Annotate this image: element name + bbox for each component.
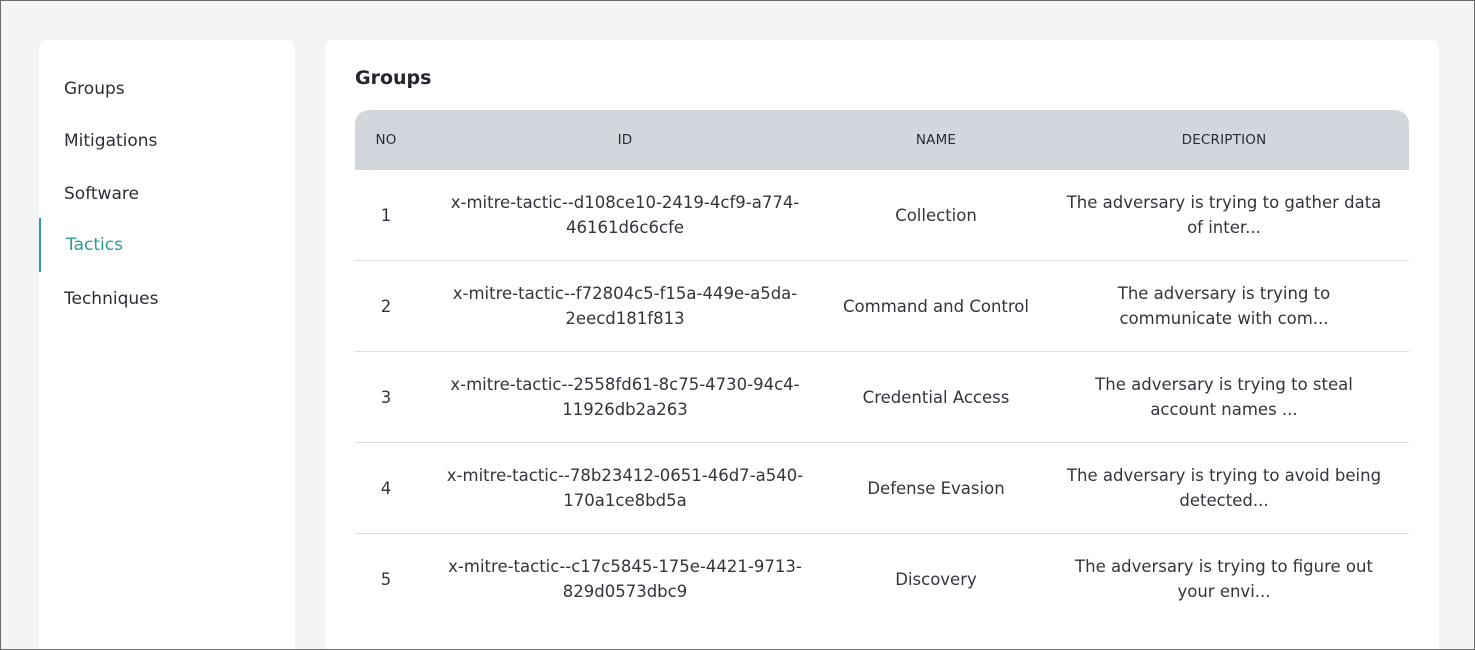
row-name: Credential Access: [862, 387, 1010, 407]
row-id: x-mitre-tactic--2558fd61-8c75-4730-94c4-…: [450, 375, 800, 419]
tactics-table: NO ID NAME DECRIPTION 1 x-mitre-tactic--…: [355, 110, 1409, 624]
table-row[interactable]: 5 x-mitre-tactic--c17c5845-175e-4421-971…: [355, 534, 1409, 624]
sidebar-item-label: Techniques: [64, 289, 159, 309]
row-description: The adversary is trying to steal account…: [1095, 375, 1353, 419]
sidebar-item-label: Mitigations: [64, 131, 158, 151]
row-name: Collection: [895, 205, 977, 225]
sidebar: Groups Mitigations Software Tactics Tech…: [39, 40, 295, 649]
row-name: Command and Control: [843, 296, 1029, 316]
row-name: Discovery: [895, 569, 977, 589]
row-number: 1: [380, 205, 392, 225]
row-id: x-mitre-tactic--f72804c5-f15a-449e-a5da-…: [452, 284, 798, 328]
table-row[interactable]: 2 x-mitre-tactic--f72804c5-f15a-449e-a5d…: [355, 261, 1409, 352]
sidebar-item-groups[interactable]: Groups: [39, 62, 295, 116]
table-row[interactable]: 4 x-mitre-tactic--78b23412-0651-46d7-a54…: [355, 443, 1409, 534]
row-description: The adversary is trying to gather data o…: [1066, 193, 1382, 237]
sidebar-item-mitigations[interactable]: Mitigations: [39, 114, 295, 168]
app-window: Groups Mitigations Software Tactics Tech…: [0, 0, 1475, 650]
row-description: The adversary is trying to avoid being d…: [1066, 466, 1382, 510]
sidebar-item-tactics[interactable]: Tactics: [39, 218, 295, 272]
column-header-no[interactable]: NO: [355, 132, 417, 148]
row-name: Defense Evasion: [867, 478, 1005, 498]
row-number: 3: [380, 387, 392, 407]
row-number: 5: [380, 569, 392, 589]
table-row[interactable]: 3 x-mitre-tactic--2558fd61-8c75-4730-94c…: [355, 352, 1409, 443]
sidebar-item-label: Groups: [64, 79, 125, 99]
table-header: NO ID NAME DECRIPTION: [355, 110, 1409, 170]
row-number: 4: [380, 478, 392, 498]
table-row[interactable]: 1 x-mitre-tactic--d108ce10-2419-4cf9-a77…: [355, 170, 1409, 261]
sidebar-item-software[interactable]: Software: [39, 167, 295, 221]
content-panel: Groups NO ID NAME DECRIPTION 1 x-mitre-t…: [325, 40, 1439, 649]
column-header-description[interactable]: DECRIPTION: [1039, 132, 1409, 148]
row-id: x-mitre-tactic--78b23412-0651-46d7-a540-…: [446, 466, 804, 510]
row-description: The adversary is trying to figure out yo…: [1075, 557, 1373, 601]
row-id: x-mitre-tactic--d108ce10-2419-4cf9-a774-…: [450, 193, 800, 237]
sidebar-item-label: Software: [64, 184, 139, 204]
row-number: 2: [380, 296, 392, 316]
sidebar-item-label: Tactics: [66, 235, 123, 255]
sidebar-item-techniques[interactable]: Techniques: [39, 272, 295, 326]
row-description: The adversary is trying to communicate w…: [1117, 284, 1331, 328]
page-title: Groups: [355, 67, 432, 89]
row-id: x-mitre-tactic--c17c5845-175e-4421-9713-…: [448, 557, 802, 601]
column-header-id[interactable]: ID: [417, 132, 833, 148]
column-header-name[interactable]: NAME: [833, 132, 1039, 148]
